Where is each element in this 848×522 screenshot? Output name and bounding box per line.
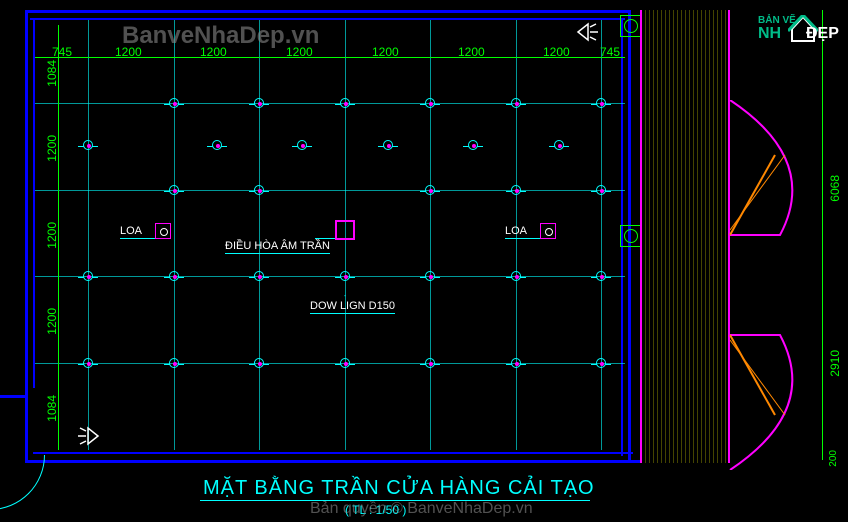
downlight-icon: [254, 98, 264, 108]
gridline-v: [601, 20, 602, 450]
downlight-icon: [383, 140, 393, 150]
loa-label: LOA: [120, 225, 142, 239]
dim-top-6: 1200: [458, 45, 485, 59]
dim-top-8: 745: [600, 45, 620, 59]
door-swing-bottom-left: [0, 455, 45, 510]
cad-floorplan-canvas: 745 1200 1200 1200 1200 1200 1200 745 10…: [0, 0, 848, 522]
downlight-icon: [83, 271, 93, 281]
wall-step-h: [0, 395, 28, 398]
gridline-h: [35, 103, 625, 104]
downlight-icon: [212, 140, 222, 150]
spotlight-icon: [70, 426, 100, 446]
dim-left-2: 1200: [45, 135, 59, 162]
wall-bottom-inner: [33, 452, 633, 454]
downlight-icon: [596, 98, 606, 108]
downlight-icon: [254, 358, 264, 368]
downlight-icon: [425, 185, 435, 195]
downlight-icon: [596, 358, 606, 368]
downlight-icon: [596, 271, 606, 281]
downlight-icon: [340, 358, 350, 368]
downlight-icon: [297, 140, 307, 150]
copyright-text: Bản quyền © BanveNhaDep.vn: [310, 500, 533, 518]
downlight-icon: [511, 98, 521, 108]
downlight-icon: [425, 98, 435, 108]
gridline-h: [35, 190, 625, 191]
downlight-icon: [340, 271, 350, 281]
downlight-icon: [254, 271, 264, 281]
gridline-v: [174, 20, 175, 450]
leader-line: [142, 238, 155, 239]
dim-left-3: 1200: [45, 222, 59, 249]
downlight-icon: [511, 358, 521, 368]
dim-top-5: 1200: [372, 45, 399, 59]
logo-line2: NH: [758, 25, 781, 43]
downlight-icon: [511, 271, 521, 281]
column-icon: [620, 225, 642, 247]
dim-top-2: 1200: [115, 45, 142, 59]
drawing-title: MẶT BẰNG TRẦN CỬA HÀNG CẢI TẠO: [203, 477, 595, 500]
gridline-v: [88, 20, 89, 450]
gridline-v: [430, 20, 431, 450]
spotlight-icon: [576, 22, 606, 42]
downlight-icon: [511, 185, 521, 195]
downlight-icon: [425, 271, 435, 281]
column-icon: [620, 15, 642, 37]
downlight-icon: [596, 185, 606, 195]
dim-top-3: 1200: [200, 45, 227, 59]
downlight-icon: [468, 140, 478, 150]
ac-label: ĐIỀU HÒA ÂM TRẦN: [225, 240, 330, 254]
gridline-h: [35, 276, 625, 277]
leader-line: [315, 238, 335, 239]
downlight-icon: [169, 271, 179, 281]
speaker-icon: [155, 223, 171, 239]
speaker-icon: [540, 223, 556, 239]
downlight-icon: [169, 358, 179, 368]
wall-step-v: [25, 395, 28, 460]
dim-top-4: 1200: [286, 45, 313, 59]
dim-left-1: 1084: [45, 60, 59, 87]
dim-left-4: 1200: [45, 308, 59, 335]
gridline-v: [259, 20, 260, 450]
ac-unit-icon: [335, 220, 355, 240]
loa-label: LOA: [505, 225, 527, 239]
dim-left-5: 1084: [45, 395, 59, 422]
wall-top: [25, 10, 630, 13]
downlight-icon: [83, 140, 93, 150]
door-swing-right: [720, 100, 840, 470]
downlight-icon: [340, 98, 350, 108]
right-detail-strip: [640, 10, 730, 463]
logo: BẢN VẼ NH ĐẸP: [758, 15, 838, 55]
gridline-h: [35, 363, 625, 364]
wall-top-inner: [30, 18, 625, 20]
downlight-icon: [554, 140, 564, 150]
downlight-icon: [83, 358, 93, 368]
wall-bottom: [25, 460, 640, 463]
downlight-icon: [425, 358, 435, 368]
downlight-icon: [169, 98, 179, 108]
downlight-label: DOW LIGN D150: [310, 300, 395, 314]
logo-line3: ĐẸP: [806, 25, 839, 43]
wall-left-inner: [33, 18, 35, 388]
downlight-icon: [254, 185, 264, 195]
leader-line: [527, 238, 540, 239]
dim-top-1: 745: [52, 45, 72, 59]
downlight-icon: [169, 185, 179, 195]
wall-left: [25, 10, 28, 395]
dim-top-7: 1200: [543, 45, 570, 59]
